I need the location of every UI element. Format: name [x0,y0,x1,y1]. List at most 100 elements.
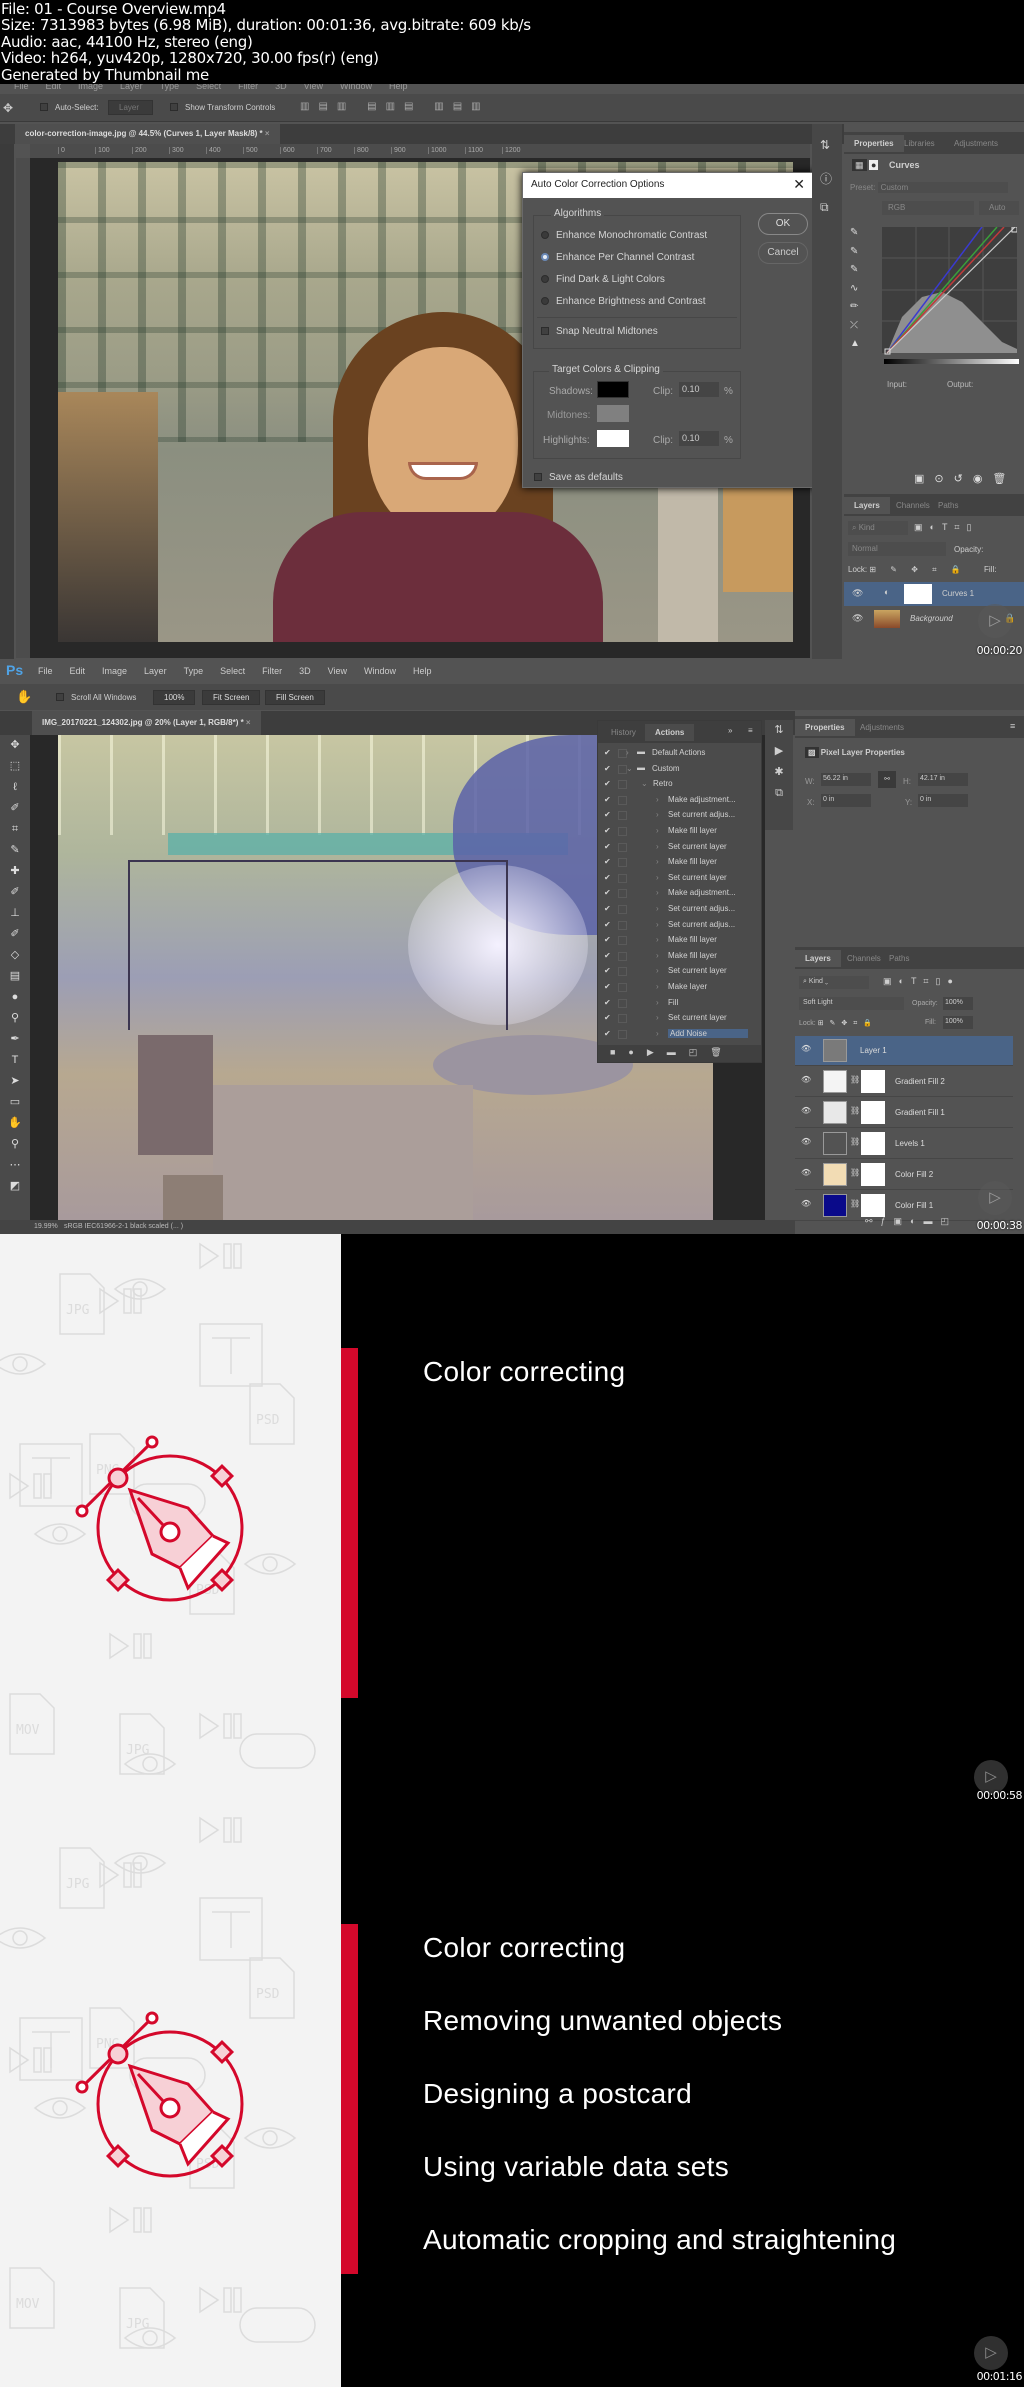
visibility-eye-icon[interactable]: 👁 [801,1075,811,1084]
fill-screen-button[interactable]: Fill Screen [265,690,325,705]
link-icon[interactable]: ⛓ [850,1168,860,1177]
disclosure-icon[interactable]: › [656,982,659,991]
save-as-defaults-checkbox[interactable]: Save as defaults [534,472,623,483]
action-row[interactable]: ✔ › Set current layer [598,1011,753,1027]
auto-select-checkbox[interactable] [40,103,48,111]
disclosure-icon[interactable]: › [656,998,659,1007]
document-tab[interactable]: IMG_20170221_124302.jpg @ 20% (Layer 1, … [32,711,261,735]
action-row[interactable]: ✔ › Make adjustment... [598,886,753,902]
menu-item[interactable]: Edit [46,84,62,91]
zoom-level[interactable]: 19.99% [34,1223,58,1230]
panel-tab[interactable]: Libraries [894,135,945,152]
panel-menu-icon[interactable]: ≡ [1010,721,1015,731]
visibility-eye-icon[interactable]: 👁 [801,1168,811,1177]
tab-properties[interactable]: Properties [795,719,855,736]
radio-button[interactable] [541,297,549,305]
checkmark-icon[interactable]: ✔ [604,904,611,913]
x-input[interactable]: 0 in [821,794,871,807]
dialog-toggle[interactable] [618,795,627,805]
highlight-clip-input[interactable]: 0.10 [679,431,719,446]
dialog-toggle[interactable] [618,827,627,836]
shadows-color-swatch[interactable] [597,381,629,398]
filter-icons[interactable]: ▣◐T⌗▯ [914,522,978,533]
visibility-eye-icon[interactable]: 👁 [852,613,863,624]
menu-item[interactable]: Window [364,666,396,676]
height-input[interactable]: 42.17 in [918,773,968,786]
radio-button[interactable] [541,253,549,261]
disclosure-icon[interactable]: › [656,842,659,851]
action-row[interactable]: ✔ › Make fill layer [598,824,753,840]
link-icon[interactable]: ⛓ [850,1106,860,1115]
kind-filter[interactable]: ⌕ Kind [848,521,908,535]
dialog-toggle[interactable] [618,936,627,946]
checkmark-icon[interactable]: ✔ [604,857,611,866]
visibility-eye-icon[interactable]: 👁 [801,1199,811,1208]
properties-footer-icons[interactable]: ▣⊙↺◉🗑 [914,472,1016,485]
visibility-eye-icon[interactable]: 👁 [852,588,863,599]
layer-row[interactable]: 👁 ⛓ Gradient Fill 1 [795,1098,1013,1128]
dialog-toggle[interactable] [618,811,627,821]
action-row[interactable]: ✔ › Set current adjus... [598,808,753,824]
link-icon[interactable]: ⛓ [850,1137,860,1146]
menu-item[interactable]: 3D [299,666,311,676]
action-row[interactable]: ✔ › Set current layer [598,871,753,887]
auto-button[interactable]: Auto [979,201,1019,215]
layers-footer-icons[interactable]: ⚯ƒ▣◐▬◰ [865,1216,957,1227]
action-row[interactable]: ✔ › Make adjustment... [598,793,753,809]
menu-item[interactable]: Type [160,84,180,91]
visibility-eye-icon[interactable]: 👁 [801,1044,811,1053]
cancel-button[interactable]: Cancel [758,242,808,264]
blend-mode-select[interactable]: Normal [848,542,946,556]
dialog-toggle[interactable] [618,1014,627,1024]
checkmark-icon[interactable]: ✔ [604,764,611,773]
menu-item[interactable]: 3D [275,84,287,91]
panel-tab[interactable]: Adjustments [944,135,1008,152]
action-row[interactable]: ✔ › Make fill layer [598,855,753,871]
menu-item[interactable]: Window [340,84,372,91]
panel-tab[interactable]: Layers [795,950,841,967]
fit-screen-button[interactable]: Fit Screen [202,690,261,705]
disclosure-icon[interactable]: › [656,904,659,913]
checkmark-icon[interactable]: ✔ [604,966,611,975]
action-row[interactable]: ✔ › Set current adjus... [598,902,753,918]
visibility-eye-icon[interactable]: 👁 [801,1106,811,1115]
algorithm-radio[interactable]: Find Dark & Light Colors [541,274,665,285]
link-icon[interactable]: ⛓ [850,1199,860,1208]
menu-item[interactable]: Image [78,84,103,91]
checkmark-icon[interactable]: ✔ [604,951,611,960]
action-row[interactable]: ✔ › Set current layer [598,964,753,980]
dialog-toggle[interactable] [618,920,627,930]
align-icons[interactable]: ▥▤▥ ▤▥▤ ▥▤▥ [300,101,490,112]
ok-button[interactable]: OK [758,213,808,235]
menu-item[interactable]: Help [413,666,432,676]
tab-actions[interactable]: Actions [645,724,695,741]
algorithm-radio[interactable]: Enhance Brightness and Contrast [541,296,706,307]
checkmark-icon[interactable]: ✔ [604,748,611,757]
disclosure-icon[interactable]: › [656,1013,659,1022]
disclosure-icon[interactable]: › [656,826,659,835]
checkmark-icon[interactable]: ✔ [604,920,611,929]
disclosure-icon[interactable]: ⌄ [626,764,633,773]
width-input[interactable]: 56.22 in [821,773,871,786]
action-row[interactable]: ✔ › Make layer [598,980,753,996]
menu-item[interactable]: Layer [120,84,143,91]
dialog-toggle[interactable] [618,951,627,961]
document-tab[interactable]: color-correction-image.jpg @ 44.5% (Curv… [15,124,280,144]
dialog-toggle[interactable] [618,842,627,852]
dialog-toggle[interactable] [618,873,627,883]
menu-item[interactable]: Filter [238,84,258,91]
preset-select[interactable]: Custom [877,182,1008,193]
properties-icon[interactable]: ⧉ [820,200,829,215]
highlights-color-swatch[interactable] [597,430,629,447]
checkmark-icon[interactable]: ✔ [604,982,611,991]
menu-item[interactable]: Filter [262,666,282,676]
action-row[interactable]: ✔ ⌄ Retro [598,777,753,793]
history-icon[interactable]: ⇅ [820,138,830,152]
dialog-toggle[interactable] [618,1029,627,1039]
curves-graph[interactable] [882,227,1017,357]
close-icon[interactable]: ✕ [793,176,805,193]
checkmark-icon[interactable]: ✔ [604,998,611,1007]
checkmark-icon[interactable]: ✔ [604,826,611,835]
shadow-clip-input[interactable]: 0.10 [679,382,719,397]
menu-item[interactable]: View [328,666,347,676]
